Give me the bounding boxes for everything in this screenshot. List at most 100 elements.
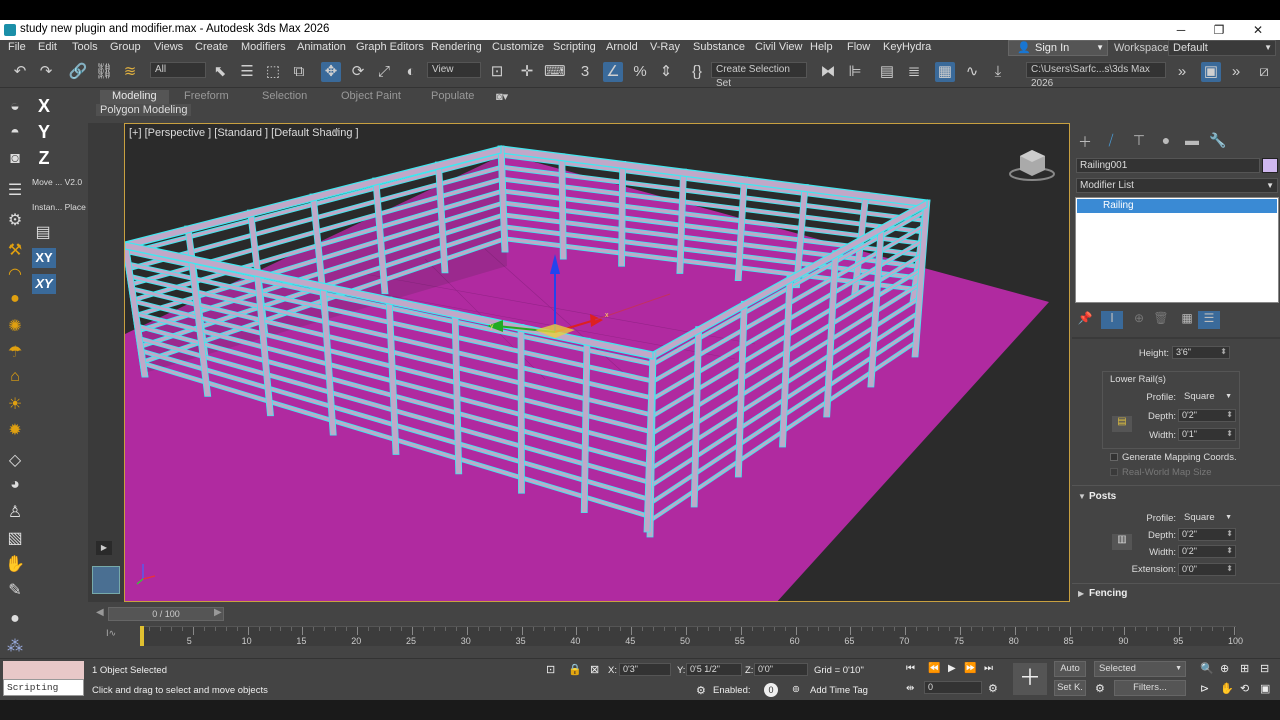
lower-width-spinner[interactable]: 0'1" [1178, 428, 1236, 441]
sky-light-icon[interactable]: ✹ [4, 420, 26, 440]
menu-customize[interactable]: Customize [492, 41, 544, 53]
goto-start-icon[interactable]: ⏮ [906, 663, 915, 674]
layer-explorer-icon[interactable]: ≣ [904, 62, 924, 82]
menu-scripting[interactable]: Scripting [553, 41, 596, 53]
render-teapot-icon[interactable]: ⧄ [1254, 62, 1274, 82]
x-coord-field[interactable]: 0'3" [619, 663, 671, 676]
time-slider[interactable]: 0 / 100 [108, 607, 224, 621]
particles-icon[interactable]: ⁂ [4, 636, 26, 656]
auto-key-button[interactable]: Auto [1054, 661, 1086, 677]
add-time-tag[interactable]: Add Time Tag [810, 685, 868, 696]
move-script-label[interactable]: Move ... V2.0 [32, 177, 82, 187]
zoom-all-icon[interactable]: ⊕ [1220, 662, 1229, 675]
filter-icon[interactable]: ▼ [331, 127, 341, 138]
next-key-icon[interactable]: ⏩ [964, 663, 976, 674]
play-icon[interactable]: ▶ [948, 663, 956, 674]
toggle-ribbon-icon[interactable]: ▦ [935, 62, 955, 82]
posts-extension-spinner[interactable]: 0'0" [1178, 563, 1236, 576]
menu-help[interactable]: Help [810, 41, 833, 53]
real-world-checkbox[interactable] [1110, 468, 1118, 476]
figure-icon[interactable]: ♙ [4, 502, 26, 522]
object-name-field[interactable]: Railing001 [1076, 158, 1260, 173]
maxscript-listener-box[interactable] [3, 661, 84, 679]
select-place-icon[interactable]: ◐ [401, 62, 421, 82]
menu-graph-editors[interactable]: Graph Editors [356, 41, 424, 53]
box-icon[interactable]: ◇ [4, 450, 26, 470]
posts-width-spinner[interactable]: 0'2" [1178, 545, 1236, 558]
curve-editor-icon[interactable]: ∿ [962, 62, 982, 82]
make-unique-icon[interactable]: ⊕ [1128, 311, 1150, 329]
axis-z-button[interactable]: Z [32, 148, 56, 168]
maximize-viewport-icon[interactable]: ▣ [1260, 682, 1270, 695]
zoom-extents-all-icon[interactable]: ⊟ [1260, 662, 1269, 675]
workspace-select[interactable]: Default ▼ [1168, 40, 1276, 56]
menu-views[interactable]: Views [154, 41, 183, 53]
posts-profile-dropdown[interactable]: Square ▼ [1180, 511, 1236, 524]
render-setup-icon[interactable]: ▣ [1201, 62, 1221, 82]
percent-snap-icon[interactable]: % [630, 62, 650, 82]
rollout-collapse-icon[interactable]: ▼ [1078, 492, 1086, 501]
sphere-icon[interactable]: ● [4, 610, 26, 630]
absolute-mode-icon[interactable]: ⊠ [590, 663, 599, 676]
spinner-snap-icon[interactable]: ⇕ [656, 62, 676, 82]
selection-filter-dropdown[interactable]: All [150, 62, 206, 78]
tab-freeform[interactable]: Freeform [184, 90, 229, 104]
keyboard-shortcut-icon[interactable]: ⌨ [544, 62, 566, 82]
rect-selection-icon[interactable]: ⬚ [263, 62, 283, 82]
isolate-selection-icon[interactable]: ⊡ [546, 663, 555, 676]
render-frame-icon[interactable]: ▧ [4, 528, 26, 548]
axis-xy-toggle-button[interactable]: XY [32, 274, 56, 294]
unlink-icon[interactable]: ⛓ [94, 62, 114, 82]
zoom-extents-icon[interactable]: ⊞ [1240, 662, 1249, 675]
sign-in-button[interactable]: 👤 Sign In ▼ [1008, 40, 1108, 56]
spot-light-icon[interactable]: ☂ [4, 342, 26, 362]
menu-file[interactable]: File [8, 41, 26, 53]
area-light-icon[interactable]: ⌂ [4, 368, 26, 388]
perspective-viewport[interactable]: x y [+] [Perspective ] [Standard ] [Defa… [124, 123, 1070, 602]
teapot-icon[interactable]: ◒ [4, 98, 26, 118]
bind-spacewarp-icon[interactable]: ≋ [120, 62, 140, 82]
sun-icon[interactable]: ☀ [4, 394, 26, 414]
pan-icon[interactable]: ✋ [1220, 682, 1234, 695]
geo-sphere-icon[interactable]: ✺ [4, 316, 26, 336]
edit-named-sets-icon[interactable]: {} [687, 62, 707, 82]
tab-modeling[interactable]: Modeling [100, 90, 169, 104]
hierarchy-tab-icon[interactable]: ⊤ [1128, 132, 1150, 150]
window-crossing-icon[interactable]: ⧉ [289, 62, 309, 82]
zoom-icon[interactable]: 🔍 [1200, 662, 1214, 675]
tab-populate[interactable]: Populate [431, 90, 474, 104]
goto-end-icon[interactable]: ⏭ [984, 663, 993, 674]
curve-toggle-icon[interactable]: Ⅰ∿ [106, 628, 116, 639]
project-path-field[interactable]: C:\Users\Sarfc...s\3ds Max 2026 [1026, 62, 1166, 89]
undo-icon[interactable]: ↶ [10, 62, 30, 82]
snap-toggle-icon[interactable]: 3 [575, 62, 595, 82]
scripting-mini-field[interactable]: Scripting Mini [3, 679, 84, 709]
show-end-result-icon[interactable]: Ⅰ [1101, 311, 1123, 329]
redo-icon[interactable]: ↷ [36, 62, 56, 82]
select-rotate-icon[interactable]: ⟳ [348, 62, 368, 82]
utilities-tab-icon[interactable]: 🔧 [1207, 132, 1229, 150]
menu-civil-view[interactable]: Civil View [755, 41, 802, 53]
play-arrow-icon[interactable]: ▶ [96, 541, 112, 555]
rollout-expand-icon[interactable]: ▶ [1078, 589, 1084, 598]
viewport-label[interactable]: [+] [Perspective ] [Standard ] [Default … [129, 127, 359, 139]
select-manipulate-icon[interactable]: ✛ [517, 62, 537, 82]
current-frame-field[interactable]: 0 [924, 681, 982, 694]
lower-profile-dropdown[interactable]: Square ▼ [1180, 390, 1236, 403]
time-tag-icon[interactable]: ⊚ [792, 684, 800, 695]
adaptive-degradation-icon[interactable]: ⚙ [696, 684, 706, 697]
key-mode-icon[interactable]: ⇹ [906, 683, 914, 694]
menu-edit[interactable]: Edit [38, 41, 57, 53]
lower-depth-spinner[interactable]: 0'2" [1178, 409, 1236, 422]
ref-coord-dropdown[interactable]: View [427, 62, 481, 78]
hand-icon[interactable]: ✋ [4, 554, 26, 574]
remove-modifier-icon[interactable]: 🗑 [1150, 311, 1172, 329]
height-spinner[interactable]: 3'6" [1172, 346, 1230, 359]
ribbon-subtab-polygon-modeling[interactable]: Polygon Modeling [96, 104, 192, 116]
posts-rollout-title[interactable]: Posts [1089, 491, 1280, 505]
table-icon[interactable]: ▤ [32, 222, 54, 242]
posts-button[interactable]: ▥ [1112, 534, 1132, 550]
dome-light-icon[interactable]: ◠ [4, 264, 26, 284]
rotate-teapot-icon[interactable]: ◓ [4, 124, 26, 144]
lower-rails-button[interactable]: ▤ [1112, 416, 1132, 432]
